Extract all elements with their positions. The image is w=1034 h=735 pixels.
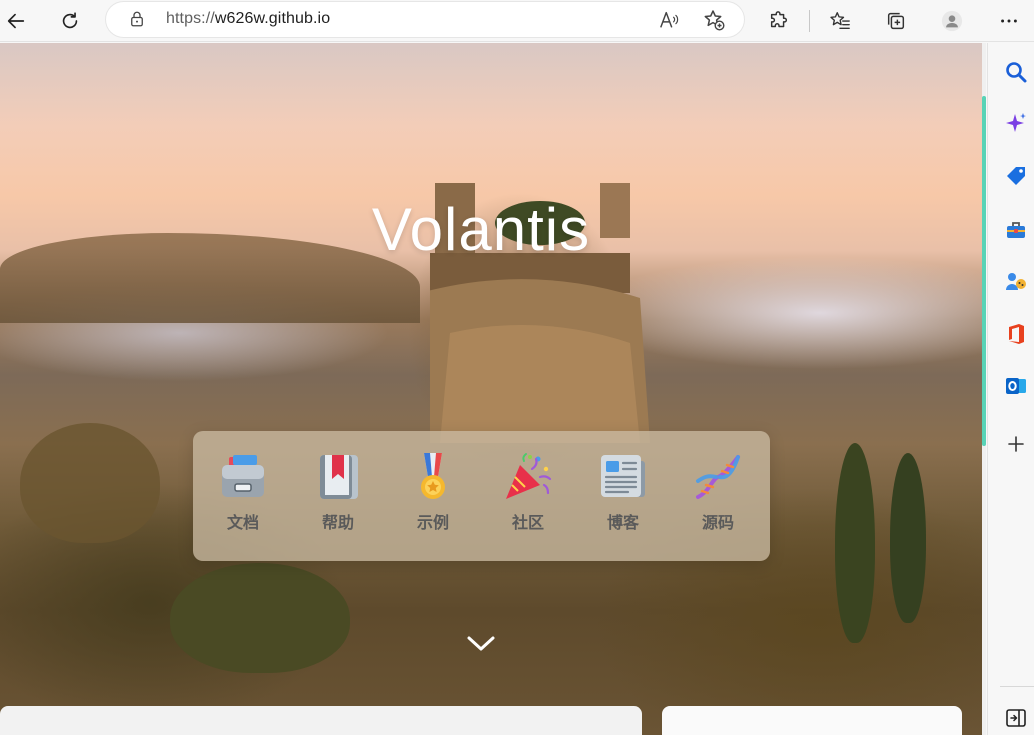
menu-item-label: 文档 [226,513,259,532]
menu-item-blog[interactable]: 博客 [588,451,658,541]
lock-icon [131,11,143,27]
read-aloud-icon[interactable] [658,9,680,31]
copilot-sparkle-icon[interactable] [1004,112,1028,136]
party-popper-icon [506,453,552,499]
menu-item-source[interactable]: 源码 [683,451,753,541]
toolbar-divider [809,10,810,32]
search-icon[interactable] [1004,60,1028,84]
url-host: w626w.github.io [214,10,331,27]
hero-banner: Volantis 文档 帮助 示例 社区 博客 源码 [0,43,982,735]
avatar-icon [941,10,963,32]
menu-item-label: 示例 [416,513,449,532]
book-icon [320,455,358,499]
browser-toolbar: https://w626w.github.io [0,0,1034,42]
add-icon[interactable] [1004,432,1028,456]
newspaper-icon [601,455,645,497]
scrollbar-thumb[interactable] [982,96,986,446]
menu-item-help[interactable]: 帮助 [303,451,373,541]
cypress-tree [890,453,926,623]
address-bar[interactable]: https://w626w.github.io [106,2,744,37]
shopping-tag-icon[interactable] [1004,164,1028,188]
trees-cluster [170,563,350,673]
scroll-down-icon[interactable] [466,633,496,653]
menu-item-label: 帮助 [321,513,354,532]
cypress-tree [835,443,875,643]
menu-item-docs[interactable]: 文档 [208,451,278,541]
medal-icon [421,453,445,499]
games-icon[interactable] [1004,270,1028,294]
url-text[interactable]: https://w626w.github.io [166,10,330,28]
tools-briefcase-icon[interactable] [1004,218,1028,242]
puzzle-icon [770,11,788,28]
profile-button[interactable] [936,5,968,37]
hero-menu: 文档 帮助 示例 社区 博客 源码 [193,431,770,561]
article-card [0,706,642,735]
site-title: Volantis [371,196,591,263]
refresh-icon [62,12,78,29]
extensions-button[interactable] [763,5,795,37]
favorites-button[interactable] [824,5,856,37]
menu-item-community[interactable]: 社区 [493,451,563,541]
menu-item-label: 博客 [606,513,639,532]
arrow-left-icon [7,13,25,29]
menu-item-label: 源码 [701,513,734,532]
dna-icon [696,455,740,499]
sidebar-divider [1000,686,1034,687]
url-scheme: https:// [166,10,215,27]
sidebar-widget [662,706,962,735]
favorites-list-icon [830,12,850,30]
back-button[interactable] [0,5,32,37]
collections-button[interactable] [880,5,912,37]
menu-item-examples[interactable]: 示例 [398,451,468,541]
collections-icon [887,12,905,30]
refresh-button[interactable] [54,5,86,37]
office-icon[interactable] [1004,322,1028,346]
file-cabinet-icon [222,455,264,497]
village-houses [20,423,160,543]
more-dots-icon [1001,19,1017,23]
menu-item-label: 社区 [511,513,544,532]
add-favorite-icon[interactable] [702,8,726,32]
hide-sidebar-icon[interactable] [1004,706,1028,730]
settings-menu-button[interactable] [993,5,1025,37]
outlook-icon[interactable] [1004,374,1028,398]
